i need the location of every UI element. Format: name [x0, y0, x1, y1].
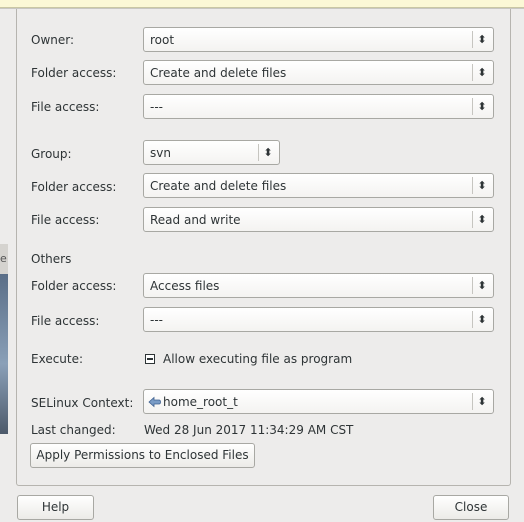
owner-file-access-label: File access:	[31, 100, 100, 114]
group-file-access-value: Read and write	[150, 213, 241, 227]
tooltip-strip	[0, 0, 524, 8]
selinux-context-icon	[148, 396, 161, 408]
others-folder-access-value: Access files	[150, 279, 220, 293]
group-file-access-label: File access:	[31, 213, 100, 227]
up-down-chevron-icon: ⬍	[477, 33, 487, 46]
group-combo[interactable]: svn ⬍	[143, 140, 280, 165]
selinux-combo[interactable]: home_root_t ⬍	[143, 389, 494, 414]
group-file-access-combo[interactable]: Read and write ⬍	[143, 207, 494, 232]
combo-separator	[472, 31, 473, 48]
up-down-chevron-icon: ⬍	[477, 279, 487, 292]
owner-folder-access-value: Create and delete files	[150, 66, 287, 80]
combo-separator	[472, 311, 473, 328]
owner-file-access-combo[interactable]: --- ⬍	[143, 94, 494, 119]
up-down-chevron-icon: ⬍	[477, 100, 487, 113]
combo-separator	[472, 277, 473, 294]
combo-separator	[472, 177, 473, 194]
up-down-chevron-icon: ⬍	[263, 146, 273, 159]
up-down-chevron-icon: ⬍	[477, 179, 487, 192]
up-down-chevron-icon: ⬍	[477, 395, 487, 408]
owner-folder-access-label: Folder access:	[31, 66, 117, 80]
last-changed-label: Last changed:	[31, 423, 116, 437]
selinux-label: SELinux Context:	[31, 396, 134, 410]
background-image-fragment	[0, 274, 8, 364]
group-folder-access-label: Folder access:	[31, 180, 117, 194]
up-down-chevron-icon: ⬍	[477, 66, 487, 79]
close-button[interactable]: Close	[433, 495, 509, 520]
combo-separator	[258, 144, 259, 161]
others-folder-access-combo[interactable]: Access files ⬍	[143, 273, 494, 298]
others-heading: Others	[31, 252, 72, 266]
others-file-access-label: File access:	[31, 314, 100, 328]
owner-label: Owner:	[31, 33, 75, 47]
owner-file-access-value: ---	[150, 100, 163, 114]
execute-label: Execute:	[31, 352, 84, 366]
background-image-fragment	[0, 364, 8, 434]
up-down-chevron-icon: ⬍	[477, 213, 487, 226]
background-window-fragment: e	[0, 244, 8, 274]
combo-separator	[472, 64, 473, 81]
owner-combo[interactable]: root ⬍	[143, 27, 494, 52]
group-folder-access-value: Create and delete files	[150, 179, 287, 193]
help-button[interactable]: Help	[17, 495, 94, 520]
combo-separator	[472, 98, 473, 115]
execute-checkbox[interactable]	[145, 354, 155, 364]
group-folder-access-combo[interactable]: Create and delete files ⬍	[143, 173, 494, 198]
others-file-access-combo[interactable]: --- ⬍	[143, 307, 494, 332]
owner-folder-access-combo[interactable]: Create and delete files ⬍	[143, 60, 494, 85]
group-label: Group:	[31, 147, 72, 161]
up-down-chevron-icon: ⬍	[477, 313, 487, 326]
combo-separator	[472, 211, 473, 228]
owner-value: root	[150, 33, 175, 47]
others-file-access-value: ---	[150, 313, 163, 327]
combo-separator	[472, 393, 473, 410]
last-changed-value: Wed 28 Jun 2017 11:34:29 AM CST	[144, 423, 354, 437]
others-folder-access-label: Folder access:	[31, 279, 117, 293]
execute-checkbox-label[interactable]: Allow executing file as program	[163, 351, 352, 367]
group-value: svn	[150, 146, 171, 160]
selinux-value: home_root_t	[163, 395, 238, 409]
apply-permissions-button[interactable]: Apply Permissions to Enclosed Files	[30, 443, 255, 468]
